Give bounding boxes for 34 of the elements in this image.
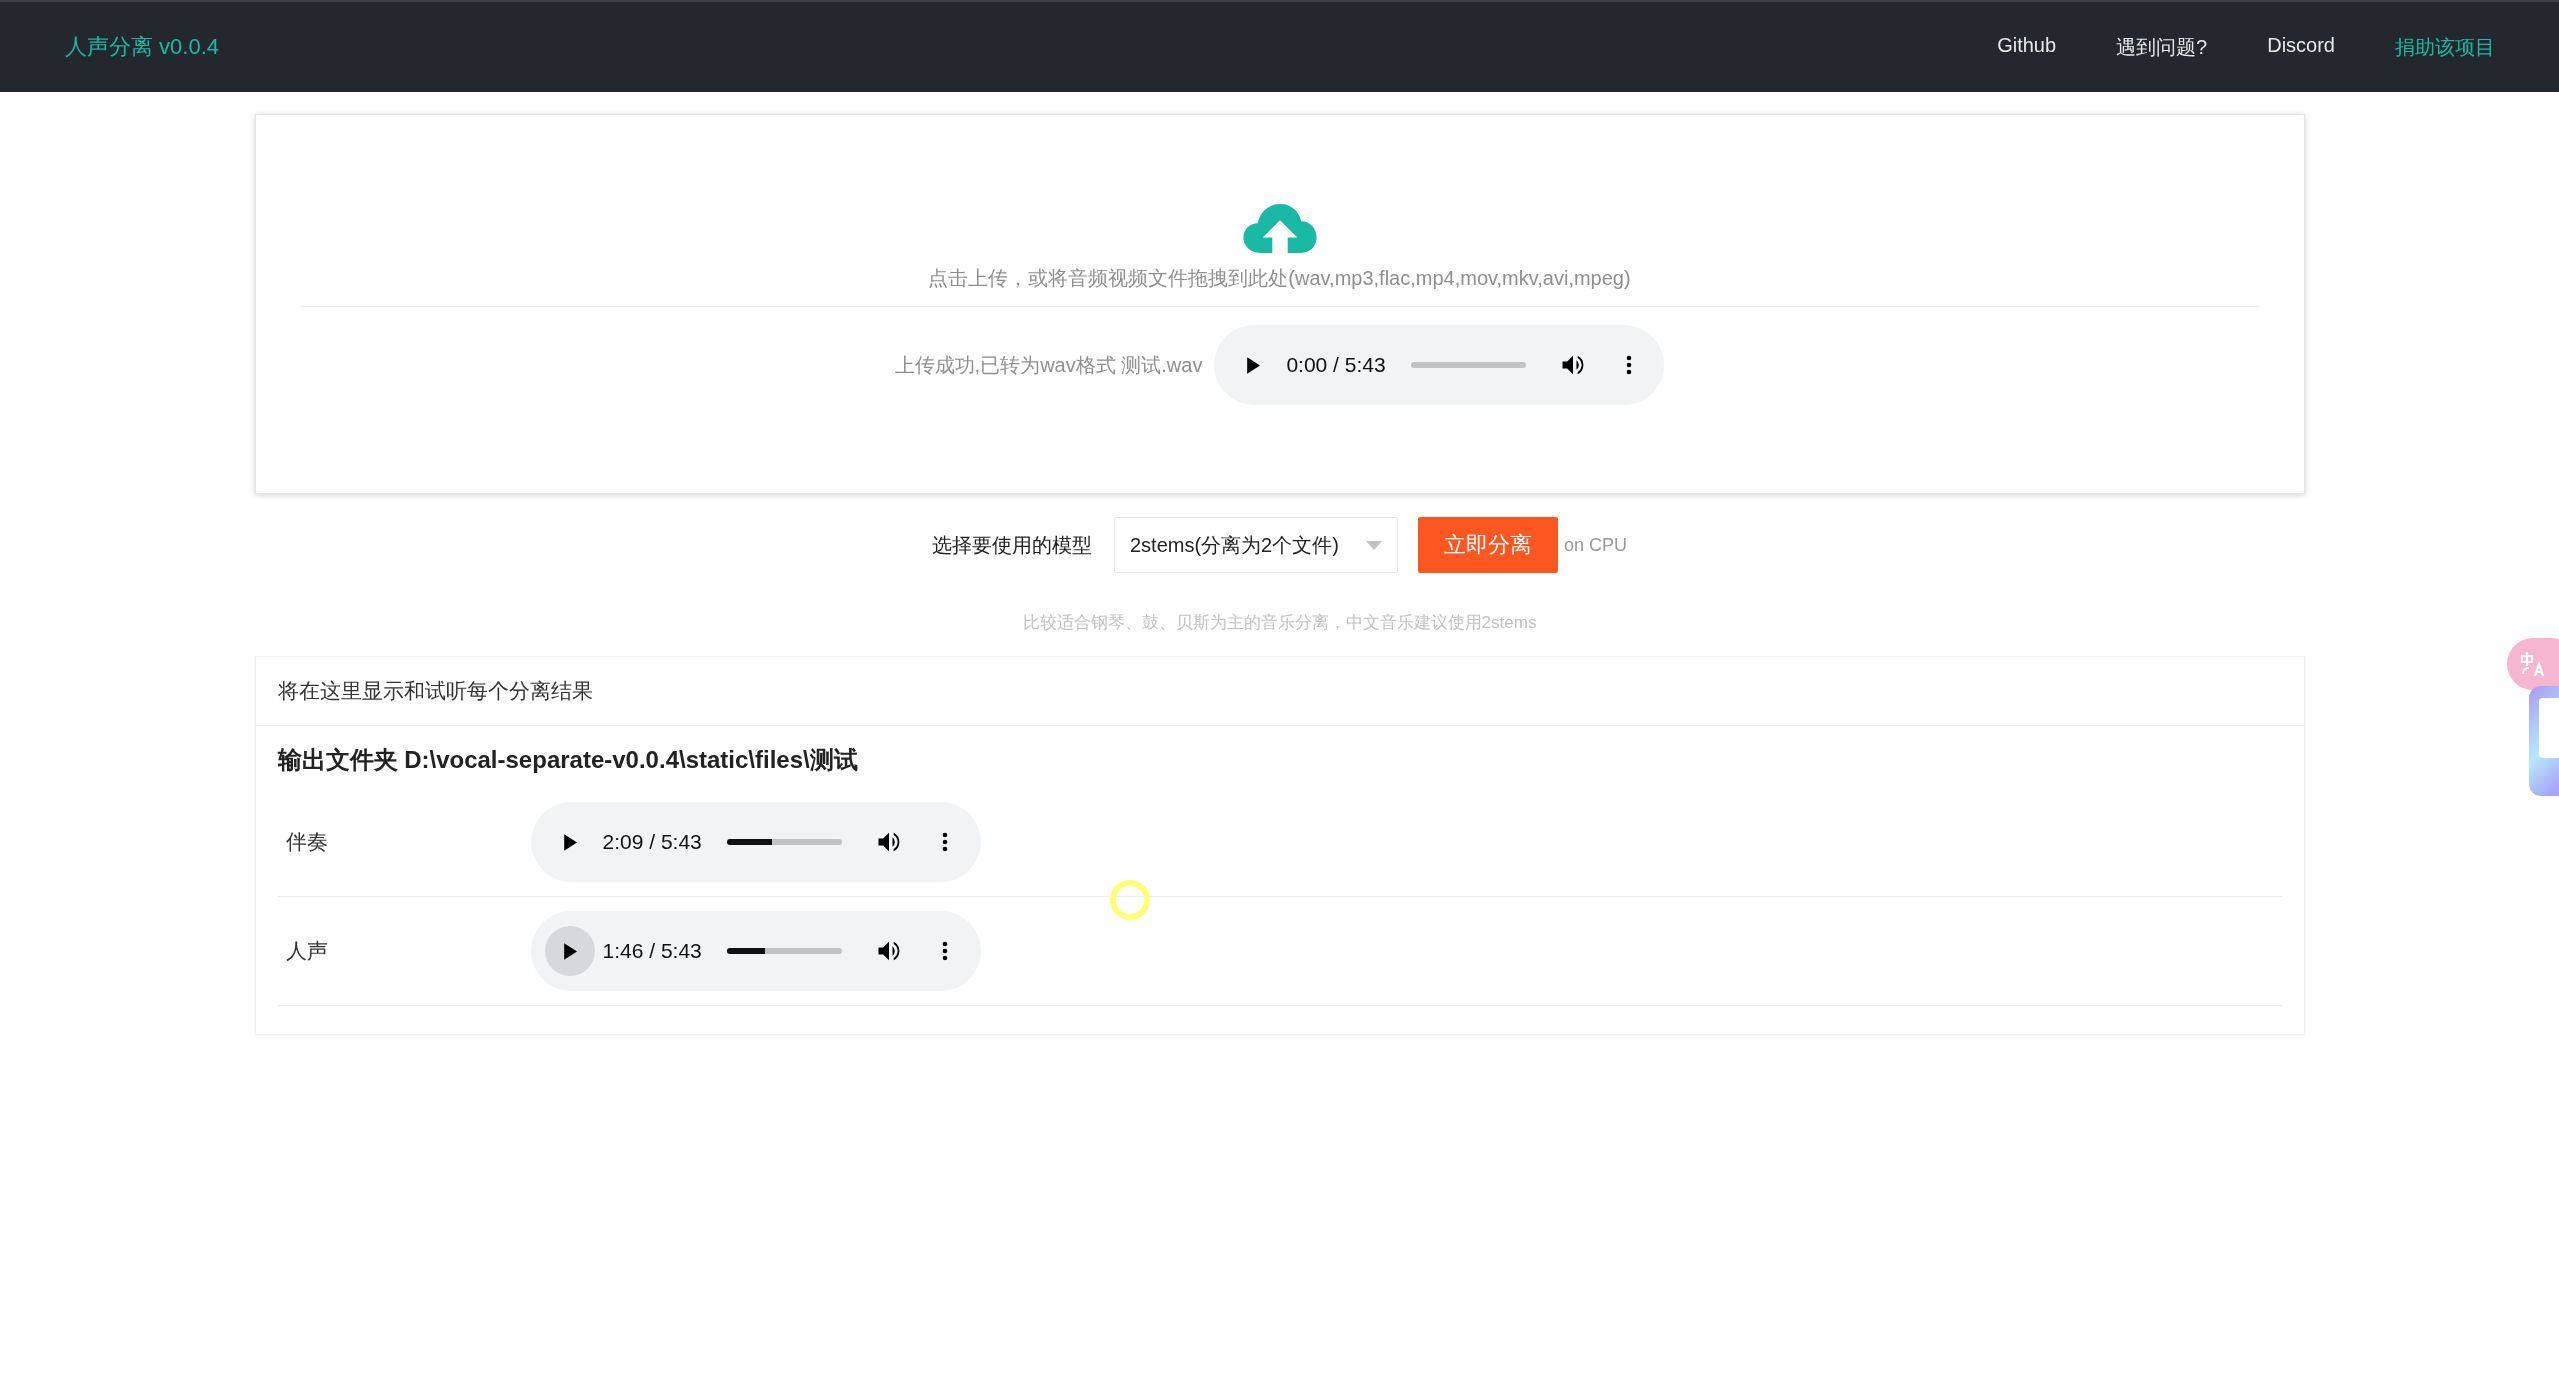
audio-player[interactable]: 2:09 / 5:43 xyxy=(530,802,981,882)
nav-link[interactable]: Discord xyxy=(2237,33,2365,61)
track-name: 伴奏 xyxy=(284,829,329,855)
upload-card[interactable]: 点击上传，或将音频视频文件拖拽到此处(wav,mp3,flac,mp4,mov,mkv,avi,mpeg) 上传成功,已转为wav格式 测试.wav 0:00 / 5:43 xyxy=(254,114,2305,494)
model-label: 选择要使用的模型 xyxy=(932,532,1092,558)
more-options-icon[interactable] xyxy=(940,830,949,854)
cloud-upload-icon xyxy=(1240,203,1319,253)
play-button[interactable] xyxy=(544,926,595,976)
nav-link[interactable]: 捐助该项目 xyxy=(2365,33,2525,61)
caret-icon xyxy=(1366,540,1382,550)
time-display: 1:46 / 5:43 xyxy=(602,939,702,963)
time-display: 2:09 / 5:43 xyxy=(602,830,702,854)
play-icon xyxy=(562,942,577,960)
seek-bar[interactable] xyxy=(726,839,842,845)
time-display: 0:00 / 5:43 xyxy=(1286,353,1386,377)
model-note: 比较适合钢琴、鼓、贝斯为主的音乐分离，中文音乐建议使用2stems xyxy=(1022,612,1537,634)
results-intro: 将在这里显示和试听每个分离结果 xyxy=(255,657,2304,726)
upload-status: 上传成功,已转为wav格式 测试.wav xyxy=(894,352,1203,378)
track-name: 人声 xyxy=(284,938,329,964)
more-options-icon[interactable] xyxy=(940,939,949,963)
device-label: on CPU xyxy=(1564,534,1627,556)
model-select[interactable]: 2stems(分离为2个文件) xyxy=(1114,517,1398,573)
output-folder-path: 输出文件夹 D:\vocal-separate-v0.0.4\static\files\测试 xyxy=(277,745,859,775)
upload-hint: 点击上传，或将音频视频文件拖拽到此处(wav,mp3,flac,mp4,mov,mkv,avi,mpeg) xyxy=(928,266,1631,291)
nav-link[interactable]: 遇到问题? xyxy=(2086,33,2238,61)
cursor-highlight-icon xyxy=(1110,880,1150,920)
audio-player[interactable]: 0:00 / 5:43 xyxy=(1214,325,1665,405)
app-title[interactable]: 人声分离 v0.0.4 xyxy=(65,32,220,62)
audio-player[interactable]: 1:46 / 5:43 xyxy=(530,911,981,991)
nav-link[interactable]: Github xyxy=(1967,33,2087,61)
seek-bar[interactable] xyxy=(726,948,842,954)
play-icon xyxy=(562,833,577,851)
more-options-icon[interactable] xyxy=(1624,353,1633,377)
play-icon xyxy=(1246,356,1261,374)
